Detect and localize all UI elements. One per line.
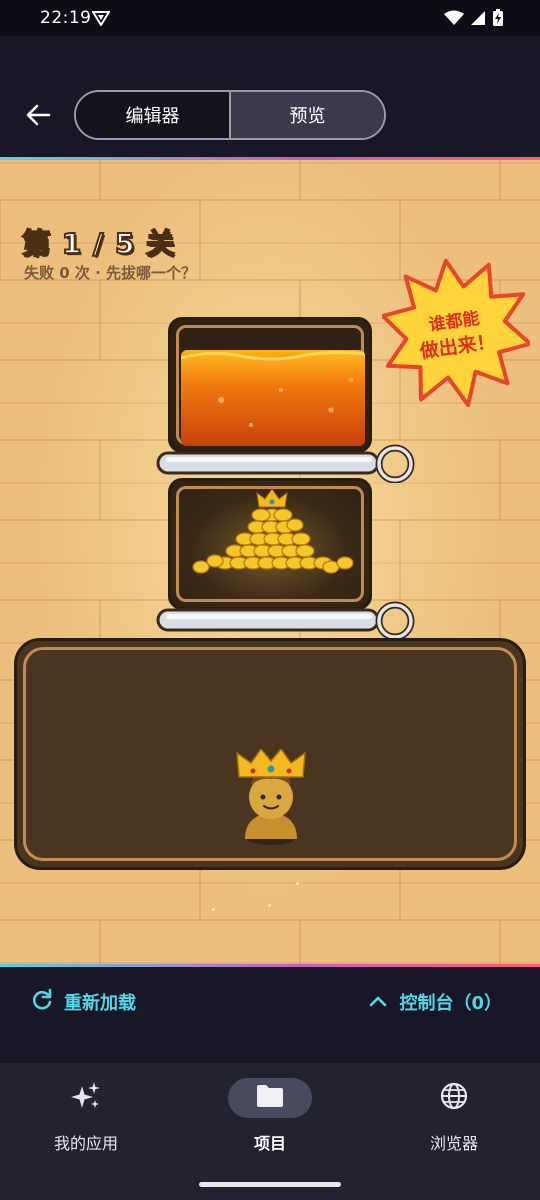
gold-tank	[168, 478, 372, 610]
king-character	[236, 749, 306, 845]
lava-tank	[168, 317, 372, 453]
level-title: 第 1 / 5 关	[21, 226, 176, 261]
reload-button[interactable]: 重新加载	[30, 988, 136, 1016]
sparkle	[268, 904, 271, 907]
cell-signal-icon	[470, 10, 486, 30]
globe-icon	[440, 1082, 468, 1114]
nav-label: 浏览器	[429, 1134, 478, 1153]
sparkle	[296, 882, 299, 885]
tab-editor[interactable]: 编辑器	[76, 92, 229, 138]
sparkles-icon	[70, 1080, 102, 1116]
nav-browser[interactable]: 浏览器	[374, 1078, 534, 1154]
crown-icon	[256, 488, 288, 508]
status-right-icons	[444, 9, 504, 31]
king-tank	[14, 638, 526, 870]
back-button[interactable]	[18, 100, 58, 134]
nav-label: 我的应用	[53, 1134, 118, 1153]
gold-pile	[192, 488, 354, 574]
level-subtitle: 失败 0 次 · 先拔哪一个？	[24, 264, 197, 282]
editor-preview-toggle: 编辑器 预览	[74, 90, 386, 140]
nav-label: 项目	[253, 1134, 286, 1153]
home-indicator[interactable]	[199, 1182, 341, 1187]
wifi-icon	[444, 10, 464, 30]
nav-my-apps[interactable]: 我的应用	[6, 1078, 166, 1154]
console-toggle[interactable]: 控制台（0）	[369, 988, 502, 1016]
encouragement-burst: 谁都能 做出来！	[382, 258, 530, 408]
folder-icon	[256, 1084, 284, 1112]
nav-icon-container	[44, 1078, 128, 1118]
lava	[181, 350, 365, 446]
arrow-left-icon	[25, 104, 51, 130]
sparkle	[212, 908, 215, 911]
nav-projects[interactable]: 项目	[190, 1078, 350, 1154]
status-bar: 22:19	[0, 0, 540, 36]
refresh-icon	[30, 988, 54, 1016]
chevron-up-icon	[369, 993, 387, 1012]
vpn-shield-icon	[91, 10, 111, 30]
nav-icon-container	[412, 1078, 496, 1118]
game-preview: 第 1 / 5 关 失败 0 次 · 先拔哪一个？ 谁都能 做出来！	[0, 160, 540, 964]
bottom-pin[interactable]	[156, 600, 416, 640]
status-time: 22:19	[40, 8, 92, 28]
nav-icon-container	[228, 1078, 312, 1118]
top-pin[interactable]	[156, 443, 416, 483]
battery-charging-icon	[492, 9, 504, 31]
console-label: 控制台（0）	[399, 993, 502, 1014]
reload-label: 重新加载	[64, 993, 136, 1014]
tab-preview[interactable]: 预览	[229, 92, 384, 138]
